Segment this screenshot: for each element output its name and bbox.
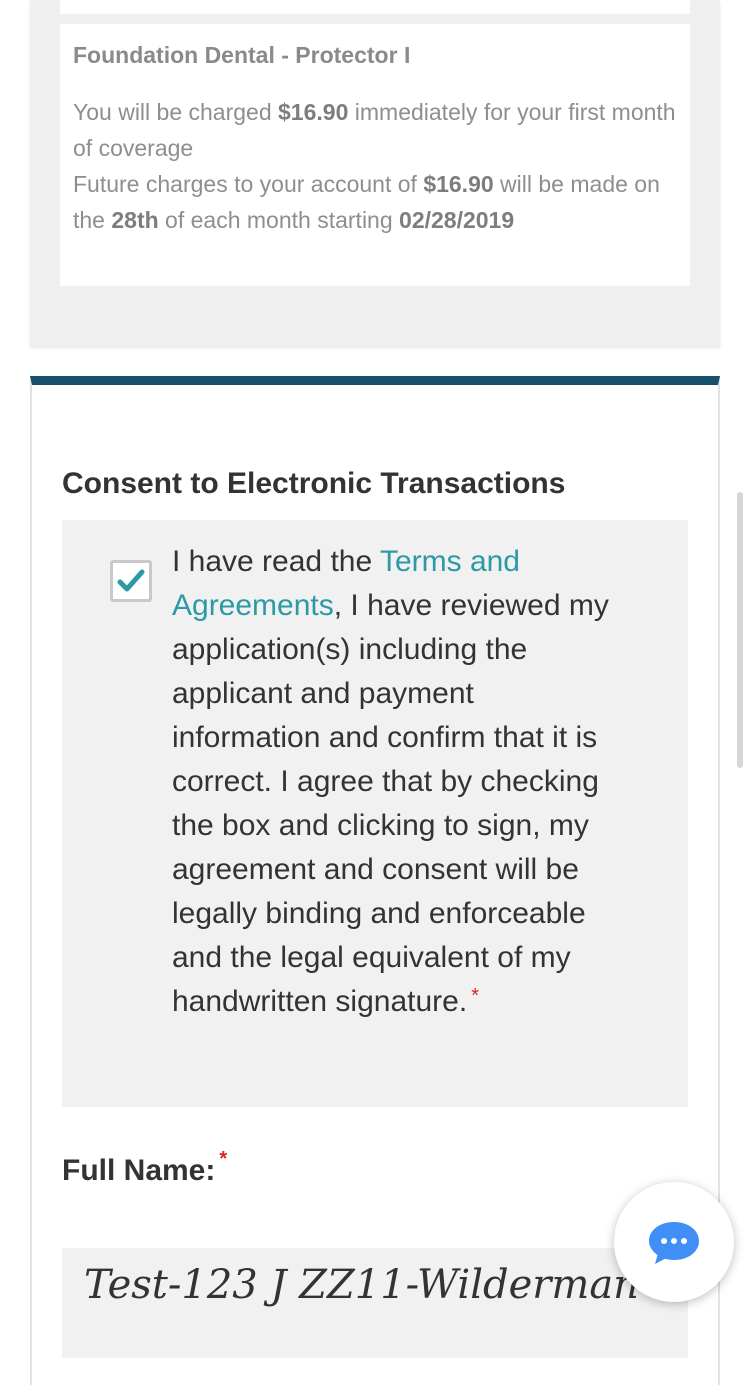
consent-text: I have read the Terms and Agreements, I …	[172, 540, 612, 1024]
previous-plan-card	[60, 0, 690, 14]
consent-text-intro: I have read the	[172, 545, 380, 578]
required-asterisk: *	[471, 985, 479, 1007]
plan-summary-panel: Foundation Dental - Protector I You will…	[30, 0, 720, 346]
start-date: 02/28/2019	[399, 207, 515, 233]
future-charge-text: Future charges to your account of	[73, 171, 424, 197]
full-name-value: Test-123 J ZZ11-Wilderman-14a	[84, 1262, 688, 1308]
future-charge-text: of each month starting	[158, 207, 400, 233]
consent-heading: Consent to Electronic Transactions	[62, 467, 566, 500]
full-name-label-text: Full Name:	[62, 1154, 216, 1187]
full-name-label: Full Name: *	[62, 1148, 227, 1188]
plan-title: Foundation Dental - Protector I	[73, 42, 411, 68]
consent-box: I have read the Terms and Agreements, I …	[62, 520, 688, 1107]
chat-bubble-icon	[649, 1222, 699, 1264]
checkmark-icon	[117, 569, 145, 592]
charge-amount: $16.90	[278, 99, 349, 125]
chat-button[interactable]	[614, 1182, 734, 1302]
billing-day: 28th	[111, 207, 159, 233]
charge-text: You will be charged	[73, 99, 279, 125]
plan-charge-details: You will be charged $16.90 immediately f…	[73, 94, 678, 238]
full-name-field[interactable]: Test-123 J ZZ11-Wilderman-14a	[62, 1248, 688, 1358]
plan-card: Foundation Dental - Protector I You will…	[60, 24, 690, 286]
consent-checkbox[interactable]	[110, 560, 152, 602]
consent-text-body: , I have reviewed my application(s) incl…	[172, 589, 609, 1018]
required-asterisk: *	[219, 1148, 228, 1170]
scrollbar[interactable]	[737, 492, 743, 768]
future-charge-amount: $16.90	[423, 171, 494, 197]
